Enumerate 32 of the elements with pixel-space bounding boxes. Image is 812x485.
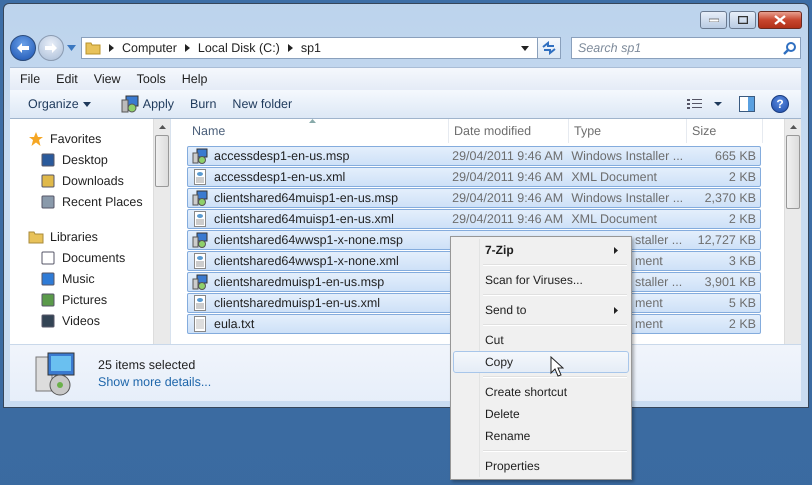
date-modified: 29/04/2011 9:46 AM (452, 191, 564, 205)
file-size: 2 KB (728, 317, 756, 331)
selection-summary: 25 items selected (98, 358, 196, 372)
file-name: clientsharedmuisp1-en-us.msp (214, 275, 384, 289)
date-modified: 29/04/2011 9:46 AM (452, 149, 564, 163)
file-name: clientsharedmuisp1-en-us.xml (214, 296, 380, 310)
file-type: Windows Installer ... (571, 191, 684, 205)
file-type: Windows Installer ... (571, 149, 684, 163)
file-type: ment (634, 296, 663, 310)
file-name: clientshared64wwsp1-x-none.msp (214, 233, 403, 247)
file-size: 2 KB (728, 212, 756, 226)
file-type: XML Document (571, 212, 657, 226)
file-size: 2 KB (728, 170, 756, 184)
file-type: XML Document (571, 170, 657, 184)
file-type: staller ... (634, 275, 682, 289)
file-name: clientshared64muisp1-en-us.xml (214, 212, 394, 226)
file-name: clientshared64muisp1-en-us.msp (214, 191, 398, 205)
file-size: 2,370 KB (704, 191, 756, 205)
file-name: eula.txt (214, 317, 254, 331)
file-size: 3 KB (728, 254, 756, 268)
file-size: 5 KB (728, 296, 756, 310)
file-size: 3,901 KB (704, 275, 756, 289)
file-type: staller ... (634, 233, 682, 247)
file-type: ment (634, 254, 663, 268)
date-modified: 29/04/2011 9:46 AM (452, 212, 564, 226)
file-type: ment (634, 317, 663, 331)
file-size: 12,727 KB (698, 233, 756, 247)
file-name: accessdesp1-en-us.xml (214, 170, 346, 184)
file-name: clientshared64wwsp1-x-none.xml (214, 254, 399, 268)
file-name: accessdesp1-en-us.msp (214, 149, 350, 163)
date-modified: 29/04/2011 9:46 AM (452, 170, 564, 184)
file-size: 665 KB (715, 149, 756, 163)
